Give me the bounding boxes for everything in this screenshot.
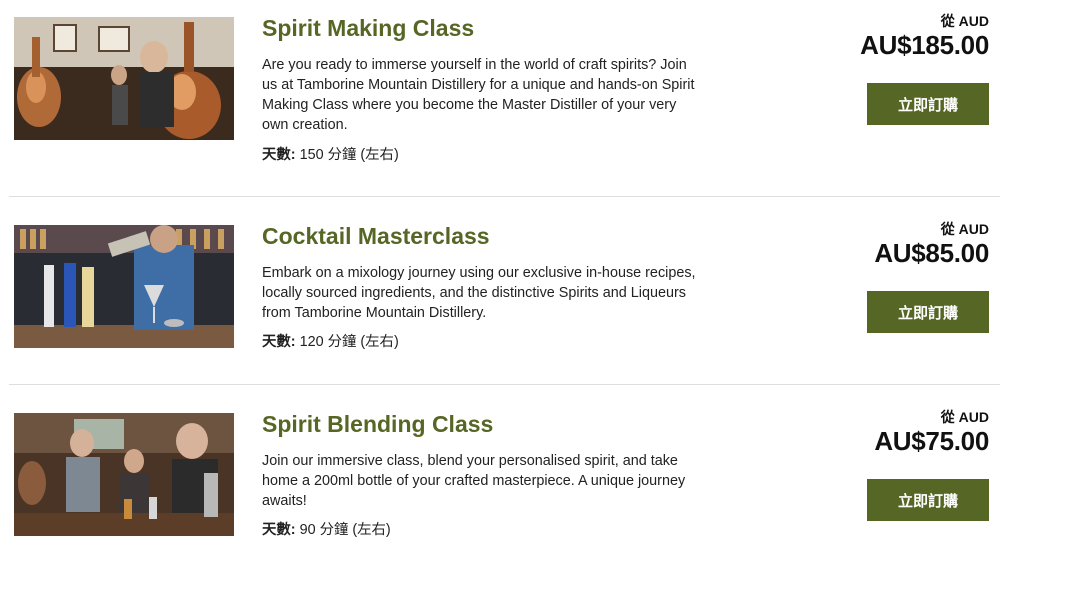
- book-now-button[interactable]: 立即訂購: [867, 83, 989, 125]
- product-duration: 天數: 90 分鐘 (左右): [262, 520, 391, 540]
- duration-value: 150 分鐘 (左右): [299, 147, 399, 163]
- product-price: AU$75.00: [874, 426, 989, 456]
- product-card-spirit-blending: Spirit Blending Class Join our immersive…: [0, 404, 1000, 592]
- divider: [9, 384, 1000, 385]
- book-now-button[interactable]: 立即訂購: [867, 291, 989, 333]
- price-from-label: 從 AUD: [940, 409, 989, 425]
- product-image[interactable]: [14, 17, 234, 140]
- book-now-button[interactable]: 立即訂購: [867, 479, 989, 521]
- product-title[interactable]: Spirit Making Class: [262, 14, 474, 42]
- product-title[interactable]: Spirit Blending Class: [262, 410, 493, 438]
- divider: [9, 196, 1000, 197]
- price-block: 從 AUD AU$85.00: [874, 221, 989, 269]
- duration-value: 120 分鐘 (左右): [299, 334, 399, 350]
- product-description: Join our immersive class, blend your per…: [262, 453, 686, 509]
- price-from-label: 從 AUD: [940, 13, 989, 29]
- product-title[interactable]: Cocktail Masterclass: [262, 222, 490, 250]
- product-image[interactable]: [14, 225, 234, 348]
- product-duration: 天數: 150 分鐘 (左右): [262, 145, 399, 165]
- duration-label: 天數:: [262, 147, 296, 163]
- duration-label: 天數:: [262, 334, 296, 350]
- product-price: AU$85.00: [874, 238, 989, 268]
- price-block: 從 AUD AU$75.00: [874, 409, 989, 457]
- product-description: Embark on a mixology journey using our e…: [262, 265, 696, 321]
- product-card-spirit-making: Spirit Making Class Are you ready to imm…: [0, 8, 1000, 196]
- duration-label: 天數:: [262, 522, 296, 538]
- product-description: Are you ready to immerse yourself in the…: [262, 57, 695, 133]
- price-from-label: 從 AUD: [940, 221, 989, 237]
- product-duration: 天數: 120 分鐘 (左右): [262, 332, 399, 352]
- product-price: AU$185.00: [860, 30, 989, 60]
- product-card-cocktail: Cocktail Masterclass Embark on a mixolog…: [0, 216, 1000, 404]
- price-block: 從 AUD AU$185.00: [860, 13, 989, 61]
- product-image[interactable]: [14, 413, 234, 536]
- duration-value: 90 分鐘 (左右): [299, 522, 391, 538]
